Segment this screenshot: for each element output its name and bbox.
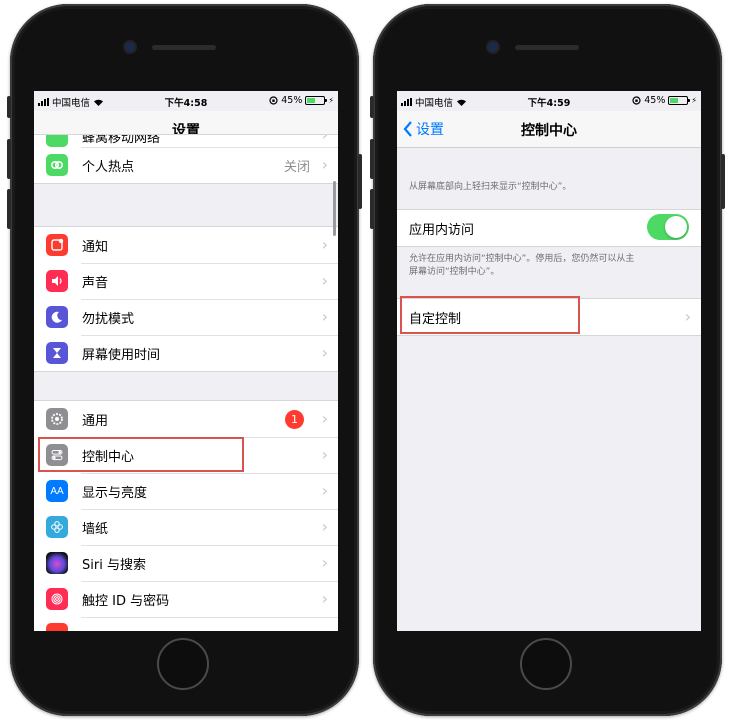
chevron-right-icon: › [321,235,328,254]
list-item-label: 屏幕使用时间 [82,347,161,363]
aa-icon: AA [46,480,68,502]
nav-bar: 设置 控制中心 [397,111,701,148]
list-item-partial [34,617,338,631]
right-phone-frame: 中国电信 下午4:59 45% ⚡ 设置 控制中心 从屏幕底部向上轻扫来显示“控… [370,4,725,716]
list-item-label: 勿扰模式 [82,311,135,327]
list-item-siri-search[interactable]: Siri 与搜索 › [34,545,338,581]
chevron-right-icon: › [321,553,328,572]
gear-icon [46,408,68,430]
chevron-right-icon: › [322,135,328,144]
moon-icon [46,306,68,328]
battery-icon [668,96,691,105]
power-button [358,154,362,209]
list-item-label: 蜂窝移动网络 [82,135,161,146]
chevron-right-icon: › [321,445,328,464]
orientation-lock-icon [269,96,278,105]
front-camera [488,42,498,52]
earpiece-speaker [515,45,579,50]
home-button[interactable] [520,638,572,690]
footer-line-2: 屏幕访问“控制中心”。 [409,267,500,277]
section-footer-description: 允许在应用内访问“控制中心”。停用后，您仍然可以从主 屏幕访问“控制中心”。 [409,253,689,279]
highlight-box [38,437,244,472]
chevron-right-icon: › [321,343,328,362]
list-item-screen-time[interactable]: 屏幕使用时间 › [34,335,338,371]
list-item-label: 通用 [82,413,109,429]
list-item-label: Siri 与搜索 [82,557,146,573]
list-item-label: 触控 ID 与密码 [82,593,170,609]
chevron-right-icon: › [321,481,328,500]
status-bar: 中国电信 下午4:59 45% ⚡ [397,91,701,111]
list-item-label: 应用内访问 [409,222,475,238]
list-item-label: 声音 [82,275,109,291]
settings-group-network: 蜂窝移动网络 › 个人热点 关闭 › [34,134,338,184]
mute-switch [7,96,11,118]
chevron-right-icon: › [321,307,328,326]
chevron-right-icon: › [684,307,691,326]
battery-percent: 45% [281,95,303,106]
mute-switch [370,96,374,118]
settings-group-general: 通用 1 › 控制中心 › AA 显示与亮度 › 墙纸 › Siri 与搜索 ›… [34,400,338,631]
list-item-cellular[interactable]: 蜂窝移动网络 › [34,135,338,147]
list-item-label: 墙纸 [82,521,109,537]
volume-up-button [370,139,374,179]
footer-line-1: 允许在应用内访问“控制中心”。停用后，您仍然可以从主 [409,254,635,264]
earpiece-speaker [152,45,216,50]
notification-icon [46,234,68,256]
cellular-icon [46,135,68,147]
volume-up-button [7,139,11,179]
chevron-right-icon: › [321,589,328,608]
chevron-right-icon: › [321,155,328,174]
list-item-label: 个人热点 [82,159,135,175]
list-item-label: 通知 [82,239,109,255]
speaker-icon [46,270,68,292]
list-item-general[interactable]: 通用 1 › [34,401,338,437]
list-item-display-brightness[interactable]: AA 显示与亮度 › [34,473,338,509]
highlight-box [400,296,580,334]
toggle-knob [665,216,687,238]
sos-icon [46,623,68,631]
chevron-right-icon: › [321,517,328,536]
charging-icon: ⚡ [328,96,334,105]
list-item-do-not-disturb[interactable]: 勿扰模式 › [34,299,338,335]
fingerprint-icon [46,588,68,610]
hourglass-icon [46,342,68,364]
scrollbar[interactable] [333,181,336,236]
left-screen: 中国电信 下午4:58 45% ⚡ 设置 蜂窝移动网络 › [34,91,338,631]
list-item-sounds[interactable]: 声音 › [34,263,338,299]
power-button [721,154,725,209]
left-phone-frame: 中国电信 下午4:58 45% ⚡ 设置 蜂窝移动网络 › [7,4,362,716]
list-item-wallpaper[interactable]: 墙纸 › [34,509,338,545]
charging-icon: ⚡ [691,96,697,105]
volume-down-button [7,189,11,229]
chevron-right-icon: › [321,409,328,428]
battery-icon [305,96,328,105]
siri-icon [46,552,68,574]
in-app-access-toggle[interactable] [647,214,689,240]
list-item-hotspot[interactable]: 个人热点 关闭 › [34,147,338,183]
section-footer: 从屏幕底部向上轻扫来显示“控制中心”。 [409,182,572,192]
list-item-touch-id[interactable]: 触控 ID 与密码 › [34,581,338,617]
flower-icon [46,516,68,538]
right-screen: 中国电信 下午4:59 45% ⚡ 设置 控制中心 从屏幕底部向上轻扫来显示“控… [397,91,701,631]
orientation-lock-icon [632,96,641,105]
status-bar: 中国电信 下午4:58 45% ⚡ [34,91,338,111]
link-icon [46,154,68,176]
home-button[interactable] [157,638,209,690]
volume-down-button [370,189,374,229]
page-title: 控制中心 [521,123,577,139]
hotspot-status: 关闭 [283,159,310,175]
list-item-in-app-access: 应用内访问 [397,210,701,246]
chevron-right-icon: › [321,271,328,290]
battery-percent: 45% [644,95,666,106]
settings-group-notifications: 通知 › 声音 › 勿扰模式 › 屏幕使用时间 › [34,226,338,372]
update-badge: 1 [285,409,304,429]
list-item-label: 显示与亮度 [82,485,148,501]
settings-group-access: 应用内访问 [397,209,701,247]
list-item-notifications[interactable]: 通知 › [34,227,338,263]
front-camera [125,42,135,52]
